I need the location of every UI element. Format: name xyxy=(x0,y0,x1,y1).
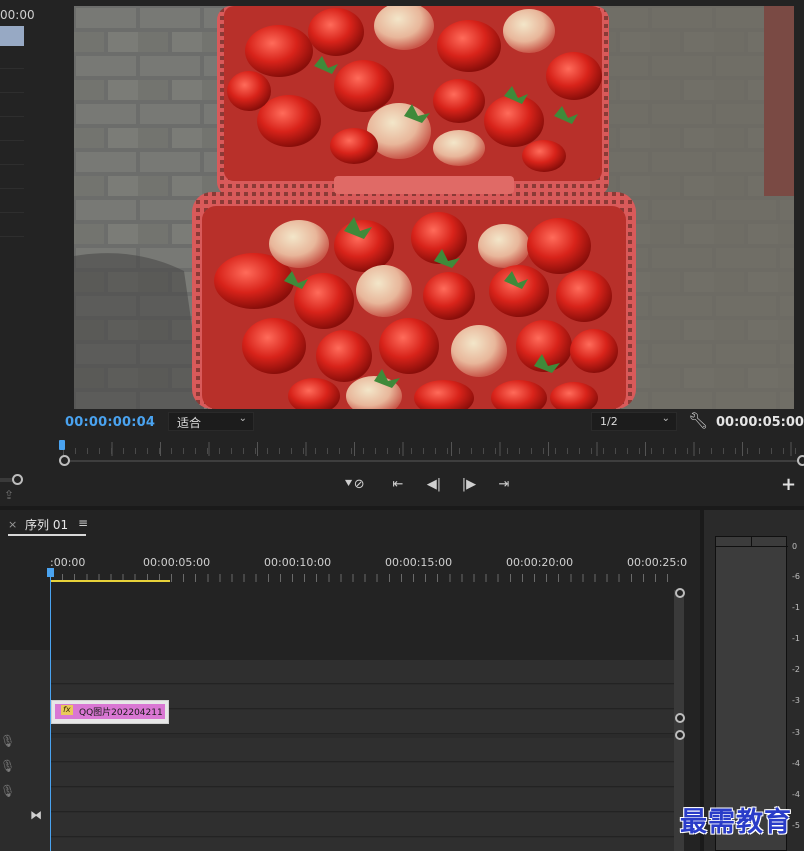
timeline-ruler[interactable]: :00:00 00:00:05:00 00:00:10:00 00:00:15:… xyxy=(50,556,687,570)
timeline-panel: × 序列 01 ≡ 🎙︎ 🎙︎ 🎙︎ ⧓ :00:00 00:00:05:00 … xyxy=(0,510,700,851)
audio-track-extra[interactable] xyxy=(50,838,674,851)
work-area-bar[interactable] xyxy=(50,580,170,582)
row-divider xyxy=(0,92,24,93)
chevron-down-icon: ⌄ xyxy=(238,413,247,424)
meter-scale-label: -1 xyxy=(792,603,800,612)
video-clip[interactable]: fx QQ图片202204211 xyxy=(51,700,169,724)
ruler-label: 00:00:20:00 xyxy=(506,556,574,569)
video-preview xyxy=(74,6,794,409)
wrench-settings-icon[interactable]: 🔧︎ xyxy=(688,411,708,430)
export-icon[interactable]: ⇪ xyxy=(4,488,14,502)
selected-row[interactable] xyxy=(0,26,24,46)
track-headers: 🎙︎ 🎙︎ 🎙︎ ⧓ xyxy=(0,650,50,851)
monitor-time-ruler[interactable] xyxy=(43,436,804,466)
playhead-timecode[interactable]: 00:00:00:04 xyxy=(65,415,155,430)
empty-track-space xyxy=(50,590,674,660)
panel-menu-icon[interactable]: ≡ xyxy=(78,516,88,530)
zoom-right-handle[interactable] xyxy=(797,455,804,466)
button-editor-plus-icon[interactable]: + xyxy=(781,474,796,495)
master-track[interactable] xyxy=(50,813,674,837)
meter-scale-label: -4 xyxy=(792,759,800,768)
microphone-icon[interactable]: 🎙︎ xyxy=(0,784,15,798)
zoom-scrollbar[interactable] xyxy=(0,478,12,482)
ruler-label: :00:00 xyxy=(50,556,86,569)
channel-divider xyxy=(751,537,752,547)
zoom-scroll-knob[interactable] xyxy=(12,474,23,485)
ruler-minor-ticks xyxy=(63,448,803,454)
meter-scale-label: 0 xyxy=(792,542,798,551)
transport-controls: ⯆⊘ ⇤ ◀| |▶ ⇥ + xyxy=(43,474,804,498)
duration-timecode: 00:00:05:00 xyxy=(716,415,804,430)
meter-scale-label: -5 xyxy=(792,821,800,830)
go-to-out-icon[interactable]: ⇥ xyxy=(493,474,515,496)
scroll-handle-bottom[interactable] xyxy=(675,713,685,723)
ruler-label: 00:00:15:00 xyxy=(385,556,453,569)
playhead-handle[interactable] xyxy=(47,568,54,577)
meter-scale-label: -6 xyxy=(792,572,800,581)
playback-resolution-value: 1/2 xyxy=(600,415,618,428)
scroll-handle-top[interactable] xyxy=(675,588,685,598)
row-divider xyxy=(0,68,24,69)
step-back-icon[interactable]: ◀| xyxy=(423,474,445,496)
close-icon[interactable]: × xyxy=(8,518,17,531)
audio-track-a2[interactable] xyxy=(50,763,674,787)
row-divider xyxy=(0,164,24,165)
strawberry-baskets-image xyxy=(74,6,794,409)
row-divider xyxy=(0,140,24,141)
video-track-v3[interactable] xyxy=(50,660,674,684)
source-timecode: 00:00 xyxy=(0,8,35,22)
clip-name: QQ图片202204211 xyxy=(79,708,163,718)
monitor-control-bar: 00:00:00:04 适合 ⌄ 1/2 ⌄ 🔧︎ 00:00:05:00 xyxy=(43,409,804,435)
row-divider xyxy=(0,116,24,117)
peak-indicators[interactable] xyxy=(716,537,788,547)
go-to-in-icon[interactable]: ⇤ xyxy=(387,474,409,496)
clip-body: fx QQ图片202204211 xyxy=(55,704,165,719)
scroll-handle-audio-top[interactable] xyxy=(675,730,685,740)
fit-zoom-select[interactable]: 适合 ⌄ xyxy=(168,412,254,431)
microphone-icon[interactable]: 🎙︎ xyxy=(0,734,15,748)
ruler-label: 00:00:10:00 xyxy=(264,556,332,569)
step-forward-icon[interactable]: |▶ xyxy=(458,474,480,496)
meter-scale-label: -1 xyxy=(792,634,800,643)
add-marker-icon[interactable]: ⯆⊘ xyxy=(343,474,365,496)
row-divider xyxy=(0,236,24,237)
row-divider xyxy=(0,212,24,213)
meter-scale-label: -3 xyxy=(792,696,800,705)
master-track-icon[interactable]: ⧓ xyxy=(30,808,42,822)
meter-scale: 0 -6 -1 -1 -2 -3 -3 -4 -4 -5 xyxy=(792,540,804,851)
microphone-icon[interactable]: 🎙︎ xyxy=(0,759,15,773)
source-panel: 00:00 ⇪ xyxy=(0,0,42,506)
active-tab-underline xyxy=(8,534,86,536)
audio-track-a3[interactable] xyxy=(50,788,674,812)
chevron-down-icon: ⌄ xyxy=(661,413,670,424)
premiere-workspace: 00:00 ⇪ 00:00:00:04 适合 ⌄ 1/2 ⌄ 🔧︎ 00:00:… xyxy=(0,0,804,851)
fit-zoom-value: 适合 xyxy=(177,416,202,430)
audio-track-a1[interactable] xyxy=(50,738,674,762)
fx-badge: fx xyxy=(61,705,73,715)
watermark-text: 最需教育 xyxy=(680,807,792,838)
playback-resolution-select[interactable]: 1/2 ⌄ xyxy=(591,412,677,431)
timeline-tracks: :00:00 00:00:05:00 00:00:10:00 00:00:15:… xyxy=(47,540,687,851)
meter-scale-label: -4 xyxy=(792,790,800,799)
ruler-label: 00:00:25:0 xyxy=(627,556,688,569)
row-divider xyxy=(0,188,24,189)
ruler-label: 00:00:05:00 xyxy=(143,556,211,569)
sequence-title[interactable]: 序列 01 xyxy=(25,516,68,533)
zoom-left-handle[interactable] xyxy=(59,455,70,466)
timeline-playhead[interactable] xyxy=(47,568,54,851)
program-monitor: 00:00:00:04 适合 ⌄ 1/2 ⌄ 🔧︎ 00:00:05:00 ⯆⊘… xyxy=(43,0,804,506)
meter-scale-label: -3 xyxy=(792,728,800,737)
meter-scale-label: -2 xyxy=(792,665,800,674)
zoom-scrollbar[interactable] xyxy=(63,460,803,462)
monitor-playhead[interactable] xyxy=(59,440,65,450)
